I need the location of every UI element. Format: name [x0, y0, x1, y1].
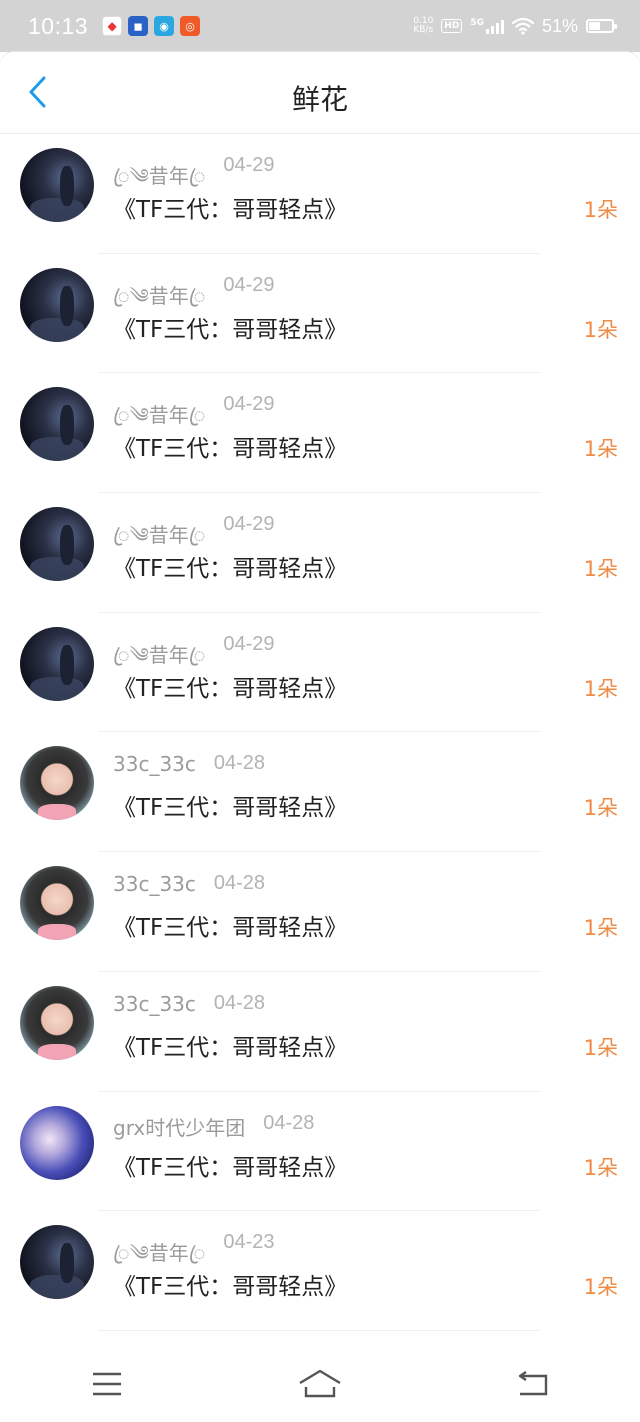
item-meta: grx时代少年团 04-28: [113, 1112, 314, 1141]
flower-quantity: 1朵: [583, 1275, 618, 1300]
system-nav-bar: [0, 1346, 640, 1422]
app-header: 鲜花: [0, 52, 640, 134]
list-item[interactable]: ꦿ༄昔年ꦿ 04-29 《TF三代：哥哥轻点》 1朵: [0, 134, 640, 254]
flower-quantity: 1朵: [583, 676, 618, 701]
item-meta: 33c_33c 04-28: [113, 872, 265, 896]
item-date: 04-28: [213, 872, 266, 895]
flower-quantity: 1朵: [583, 198, 618, 222]
list-item[interactable]: grx时代少年团 04-28 《TF三代：哥哥轻点》 1朵: [0, 1092, 640, 1212]
network-type-label: 5G: [470, 18, 484, 28]
avatar[interactable]: [20, 1105, 94, 1180]
book-title: 《TF三代：哥哥轻点》: [113, 795, 348, 822]
book-title: 《TF三代：哥哥轻点》: [113, 197, 348, 223]
list-item[interactable]: 33c_33c 04-28 《TF三代：哥哥轻点》 1朵: [0, 972, 640, 1092]
avatar[interactable]: [20, 387, 94, 462]
page-title: 鲜花: [291, 83, 348, 116]
user-name: grx时代少年团: [113, 1115, 246, 1140]
status-time: 10:13: [28, 12, 89, 39]
flower-quantity: 1朵: [583, 1155, 618, 1180]
book-title: 《TF三代：哥哥轻点》: [113, 436, 348, 463]
book-title: 《TF三代：哥哥轻点》: [113, 556, 348, 583]
menu-icon: [92, 1372, 121, 1396]
status-indicators: 0.10 KB/s HD 5G 51%: [413, 15, 617, 37]
divider: [98, 1329, 540, 1331]
app-notification-icon: ◉: [154, 16, 175, 36]
home-icon: [299, 1369, 341, 1398]
user-name: 33c_33c: [113, 991, 196, 1016]
flower-record-list[interactable]: ꦿ༄昔年ꦿ 04-29 《TF三代：哥哥轻点》 1朵 ꦿ༄昔年ꦿ 04-29 《…: [0, 134, 640, 1346]
book-title: 《TF三代：哥哥轻点》: [113, 1154, 348, 1181]
book-title: 《TF三代：哥哥轻点》: [113, 1034, 348, 1061]
item-meta: 33c_33c 04-28: [113, 752, 265, 776]
book-title: 《TF三代：哥哥轻点》: [113, 316, 348, 343]
flower-quantity: 1朵: [583, 437, 618, 462]
back-icon: [519, 1371, 548, 1396]
list-item[interactable]: ꦿ༄昔年ꦿ 04-29 《TF三代：哥哥轻点》 1朵: [0, 613, 640, 733]
battery-percent: 51%: [541, 15, 578, 36]
item-meta: 33c_33c 04-28: [113, 992, 265, 1016]
app-notification-icon: ◼: [128, 16, 149, 36]
book-title: 《TF三代：哥哥轻点》: [113, 915, 348, 942]
list-item[interactable]: 33c_33c 04-28 《TF三代：哥哥轻点》 1朵: [0, 732, 640, 853]
flower-quantity: 1朵: [583, 317, 618, 342]
item-date: 04-28: [213, 752, 266, 775]
flower-quantity: 1朵: [583, 796, 618, 821]
avatar[interactable]: [20, 507, 94, 582]
net-speed-unit: KB/s: [413, 25, 434, 35]
wifi-icon: [511, 17, 534, 35]
cellular-signal-icon: 5G: [470, 18, 504, 34]
back-nav-button[interactable]: [501, 1359, 565, 1409]
book-title: 《TF三代：哥哥轻点》: [113, 675, 348, 702]
net-speed: 0.10 KB/s: [413, 17, 433, 35]
avatar[interactable]: [20, 1225, 94, 1300]
app-notification-icon: ◎: [180, 16, 201, 36]
avatar[interactable]: [20, 746, 94, 821]
hd-badge: HD: [441, 19, 463, 33]
list-item[interactable]: ꦿ༄昔年ꦿ 04-29 《TF三代：哥哥轻点》 1朵: [0, 493, 640, 613]
avatar[interactable]: [20, 148, 94, 222]
book-title: 《TF三代：哥哥轻点》: [113, 1274, 348, 1301]
list-item[interactable]: 33c_33c 04-28 《TF三代：哥哥轻点》 1朵: [0, 852, 640, 972]
list-item[interactable]: ꦿ༄昔年ꦿ 04-23 《TF三代：哥哥轻点》 1朵: [0, 1211, 640, 1331]
avatar[interactable]: [20, 267, 94, 342]
flower-quantity: 1朵: [583, 1035, 618, 1060]
flower-quantity: 1朵: [583, 916, 618, 941]
avatar[interactable]: [20, 985, 94, 1060]
user-name: 33c_33c: [113, 752, 196, 777]
home-button[interactable]: [288, 1359, 352, 1409]
avatar[interactable]: [20, 866, 94, 941]
status-bar: 10:13 ◆ ◼ ◉ ◎ 0.10 KB/s HD 5G 51%: [0, 0, 640, 52]
avatar[interactable]: [20, 626, 94, 701]
item-date: 04-28: [263, 1111, 315, 1134]
user-name: 33c_33c: [113, 872, 196, 897]
menu-button[interactable]: [75, 1359, 139, 1409]
item-date: 04-28: [213, 991, 266, 1014]
flower-quantity: 1朵: [583, 557, 618, 582]
battery-icon: [586, 19, 617, 33]
notification-icons: ◆ ◼ ◉ ◎: [102, 16, 201, 36]
app-notification-icon: ◆: [102, 16, 123, 36]
list-item[interactable]: ꦿ༄昔年ꦿ 04-29 《TF三代：哥哥轻点》 1朵: [0, 254, 640, 374]
list-item[interactable]: ꦿ༄昔年ꦿ 04-29 《TF三代：哥哥轻点》 1朵: [0, 373, 640, 494]
